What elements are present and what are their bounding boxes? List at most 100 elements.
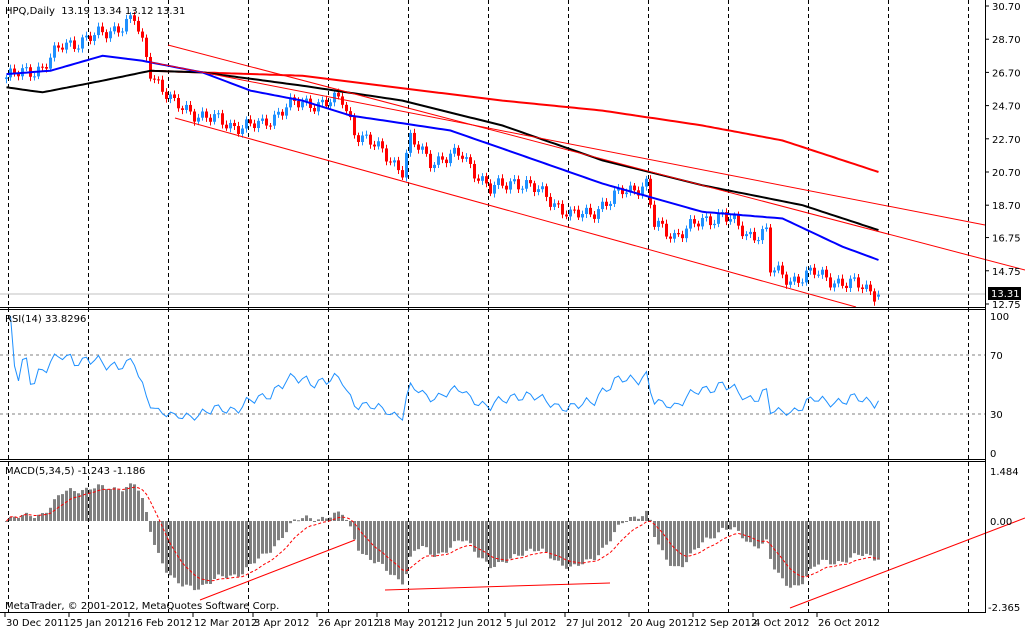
candle-down	[373, 144, 376, 147]
macd-bar	[593, 521, 596, 561]
candle-down	[265, 118, 268, 126]
candle-up	[77, 48, 80, 50]
candle-up	[673, 233, 676, 239]
metatrader-chart[interactable]: HPQ,Daily 13.19 13.34 13.12 13.31 30.70 2…	[0, 0, 1025, 631]
candle-up	[25, 67, 28, 69]
macd-bar	[129, 483, 132, 521]
price-tick-label: 20.70	[992, 168, 1021, 179]
macd-bar	[433, 521, 436, 557]
macd-bar	[817, 521, 820, 565]
macd-bar	[773, 521, 776, 570]
macd-bar	[173, 521, 176, 578]
macd-bar	[453, 521, 456, 542]
macd-bar	[237, 521, 240, 577]
macd-bar	[153, 521, 156, 545]
candle-down	[193, 111, 196, 122]
candle-up	[377, 141, 380, 147]
macd-bar	[673, 521, 676, 567]
macd-bar	[309, 518, 312, 521]
macd-bar	[497, 521, 500, 563]
candle-down	[401, 170, 404, 178]
macd-bar	[745, 521, 748, 542]
macd-bar	[813, 521, 816, 567]
candle-up	[393, 160, 396, 163]
candle-up	[525, 180, 528, 189]
candle-up	[837, 278, 840, 284]
macd-bar	[485, 521, 488, 562]
macd-bar	[865, 521, 868, 554]
candle-down	[145, 37, 148, 57]
candle-up	[625, 192, 628, 195]
macd-bar	[837, 521, 840, 562]
candle-up	[109, 31, 112, 39]
candle-down	[841, 278, 844, 286]
candle-up	[97, 26, 100, 36]
candle-down	[873, 291, 876, 302]
candle-up	[213, 114, 216, 122]
macd-bar	[321, 516, 324, 521]
candle-up	[877, 294, 880, 297]
candle-up	[241, 128, 244, 134]
channel-mid-line	[149, 61, 986, 226]
candle-up	[585, 207, 588, 214]
candle-down	[477, 178, 480, 181]
candle-up	[433, 164, 436, 169]
trend-channel[interactable]	[149, 44, 1025, 308]
macd-bar	[305, 515, 308, 521]
macd-bar	[61, 494, 64, 521]
candle-down	[549, 196, 552, 207]
macd-bar	[17, 517, 20, 521]
price-panel[interactable]: HPQ,Daily 13.19 13.34 13.12 13.31 30.70 2…	[0, 2, 1025, 311]
candle-down	[397, 160, 400, 171]
macd-bar	[41, 513, 44, 521]
candle-down	[681, 234, 684, 239]
candle-down	[661, 220, 664, 224]
candle-up	[493, 184, 496, 194]
macd-bar	[741, 521, 744, 539]
macd-bar	[545, 521, 548, 553]
price-tick-label: 22.70	[992, 135, 1021, 146]
macd-bar	[49, 507, 52, 521]
macd-bar	[117, 489, 120, 521]
macd-bar	[353, 521, 356, 540]
date-tick-label: 25 Jan 2012	[70, 618, 130, 629]
candle-down	[605, 201, 608, 206]
candle-down	[237, 126, 240, 134]
rsi-panel[interactable]: RSI(14) 33.8296 100 70 30 0	[0, 312, 1009, 460]
candle-down	[141, 31, 144, 38]
candle-up	[793, 276, 796, 282]
macd-bar	[77, 493, 80, 521]
candle-up	[409, 132, 412, 153]
date-tick-label: 26 Oct 2012	[818, 618, 880, 629]
candle-down	[857, 277, 860, 288]
candle-up	[761, 229, 764, 241]
macd-bar	[729, 521, 732, 530]
macd-panel[interactable]: MACD(5,34,5) -1.243 -1.186 1.484 0.00 -2…	[5, 466, 1025, 614]
candle-down	[233, 122, 236, 127]
date-tick-label: 4 Oct 2012	[754, 618, 809, 629]
candle-down	[545, 186, 548, 197]
macd-bar	[113, 487, 116, 521]
candle-down	[177, 97, 180, 109]
macd-bar	[205, 521, 208, 584]
macd-bar	[793, 521, 796, 586]
candle-up	[613, 190, 616, 204]
candle-up	[657, 220, 660, 227]
macd-bar	[417, 521, 420, 550]
rsi-line	[10, 315, 879, 422]
macd-bar	[401, 521, 404, 585]
candle-up	[745, 234, 748, 237]
macd-bar	[5, 521, 8, 522]
macd-bar	[465, 521, 468, 541]
macd-bar	[25, 512, 28, 521]
candle-up	[597, 209, 600, 219]
macd-bar	[697, 521, 700, 549]
candle-down	[149, 56, 152, 79]
macd-bar	[405, 521, 408, 575]
candle-down	[181, 108, 184, 110]
date-axis: 30 Dec 2011 25 Jan 2012 16 Feb 2012 12 Mar …	[4, 612, 880, 629]
candle-down	[89, 35, 92, 41]
macd-bar	[757, 521, 760, 549]
candle-down	[345, 104, 348, 112]
macd-bar	[445, 521, 448, 553]
